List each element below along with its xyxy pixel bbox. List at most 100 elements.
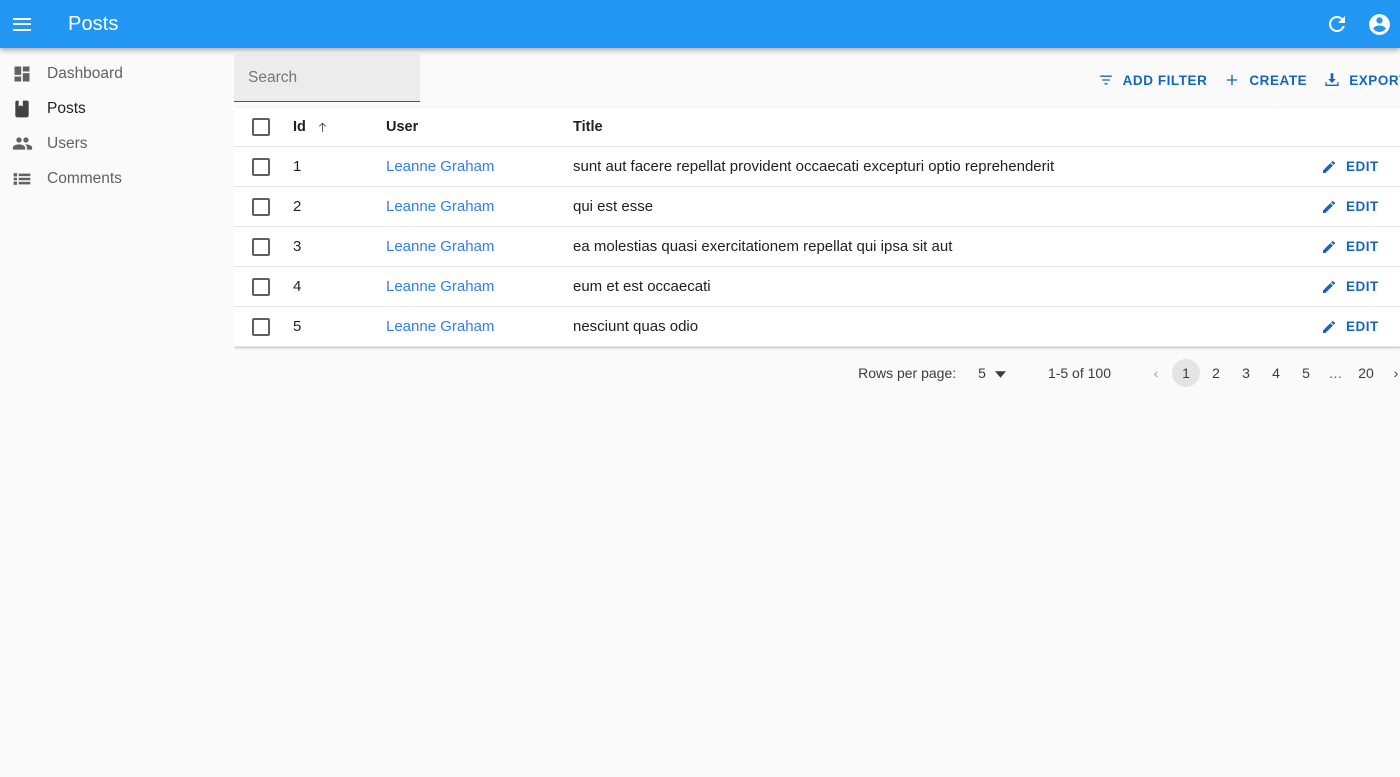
cell-id: 3	[290, 226, 384, 267]
column-header-title[interactable]: Title	[572, 108, 1264, 147]
table-row[interactable]: 1 Leanne Graham sunt aut facere repellat…	[234, 146, 1400, 187]
sidebar: Dashboard Posts Users Comments	[0, 48, 234, 777]
edit-button[interactable]: EDIT	[1320, 318, 1379, 335]
export-label: EXPORT	[1349, 72, 1400, 88]
pencil-icon	[1320, 158, 1337, 175]
cell-actions: EDIT	[1264, 226, 1400, 267]
column-header-user-label: User	[386, 119, 419, 135]
edit-button[interactable]: EDIT	[1320, 238, 1379, 255]
column-header-actions	[1264, 108, 1400, 147]
cell-title: ea molestias quasi exercitationem repell…	[572, 226, 1264, 267]
edit-button[interactable]: EDIT	[1320, 158, 1379, 175]
cell-id: 4	[290, 266, 384, 307]
user-link[interactable]: Leanne Graham	[386, 318, 494, 335]
user-link[interactable]: Leanne Graham	[386, 278, 494, 295]
column-header-user[interactable]: User	[384, 108, 572, 147]
menu-toggle-button[interactable]	[2, 4, 42, 44]
table-row[interactable]: 5 Leanne Graham nesciunt quas odio EDIT	[234, 306, 1400, 347]
pagination-page-5[interactable]: 5	[1292, 359, 1320, 387]
list-toolbar: ADD FILTER CREATE EXPORT	[234, 48, 1400, 108]
edit-button-label: EDIT	[1346, 279, 1379, 294]
create-label: CREATE	[1249, 72, 1308, 88]
cell-user: Leanne Graham	[384, 146, 572, 187]
sidebar-item-label: Users	[47, 134, 88, 152]
edit-button-label: EDIT	[1346, 199, 1379, 214]
row-checkbox[interactable]	[252, 237, 270, 256]
column-header-id-label: Id	[293, 119, 306, 135]
pagination-prev-button[interactable]: ‹	[1142, 359, 1170, 387]
sidebar-item-label: Comments	[47, 169, 122, 187]
table-header: Id User Title	[234, 108, 1400, 147]
add-filter-label: ADD FILTER	[1122, 72, 1208, 88]
toolbar-actions: ADD FILTER CREATE EXPORT	[1089, 67, 1400, 93]
search-input[interactable]	[246, 67, 408, 88]
row-select-cell	[234, 186, 290, 227]
pagination-page-2[interactable]: 2	[1202, 359, 1230, 387]
pagination-page-4[interactable]: 4	[1262, 359, 1290, 387]
cell-user: Leanne Graham	[384, 266, 572, 307]
sidebar-item-posts[interactable]: Posts	[0, 91, 234, 126]
table-header-row: Id User Title	[234, 108, 1400, 147]
cell-user: Leanne Graham	[384, 306, 572, 347]
pager: ‹ 1 2 3 4 5 … 20 ›	[1141, 359, 1400, 387]
row-select-cell	[234, 226, 290, 267]
cell-actions: EDIT	[1264, 306, 1400, 347]
pagination-page-20[interactable]: 20	[1352, 359, 1380, 387]
cell-user: Leanne Graham	[384, 226, 572, 267]
page-title: Posts	[68, 13, 119, 35]
select-all-checkbox[interactable]	[252, 118, 270, 136]
app-bar: Posts	[0, 0, 1400, 48]
pagination-ellipsis: …	[1328, 365, 1344, 381]
cell-title: qui est esse	[572, 186, 1264, 227]
main-content: ADD FILTER CREATE EXPORT	[234, 48, 1400, 777]
arrow-upward-icon	[315, 120, 330, 135]
user-link[interactable]: Leanne Graham	[386, 198, 494, 215]
search-field[interactable]	[234, 54, 420, 102]
user-link[interactable]: Leanne Graham	[386, 238, 494, 255]
table-row[interactable]: 4 Leanne Graham eum et est occaecati EDI…	[234, 266, 1400, 307]
sidebar-item-dashboard[interactable]: Dashboard	[0, 56, 234, 91]
cell-user: Leanne Graham	[384, 186, 572, 227]
cell-title: nesciunt quas odio	[572, 306, 1264, 347]
pencil-icon	[1320, 318, 1337, 335]
account-button[interactable]	[1358, 3, 1400, 45]
app-bar-actions	[1316, 3, 1400, 45]
pagination-page-3[interactable]: 3	[1232, 359, 1260, 387]
cell-actions: EDIT	[1264, 266, 1400, 307]
pagination-range-label: 1-5 of 100	[1047, 365, 1111, 381]
row-select-cell	[234, 306, 290, 347]
pencil-icon	[1320, 278, 1337, 295]
add-filter-button[interactable]: ADD FILTER	[1089, 67, 1216, 93]
dashboard-icon	[10, 62, 34, 86]
row-checkbox[interactable]	[252, 317, 270, 336]
user-link[interactable]: Leanne Graham	[386, 158, 494, 175]
row-checkbox[interactable]	[252, 197, 270, 216]
rows-per-page-value: 5	[978, 365, 986, 381]
posts-table: Id User Title 1 Leanne Graham sunt aut f…	[234, 108, 1400, 347]
edit-button[interactable]: EDIT	[1320, 198, 1379, 215]
column-header-id[interactable]: Id	[290, 108, 384, 147]
export-button[interactable]: EXPORT	[1315, 67, 1400, 93]
table-row[interactable]: 2 Leanne Graham qui est esse EDIT	[234, 186, 1400, 227]
edit-button-label: EDIT	[1346, 239, 1379, 254]
list-icon	[10, 167, 34, 191]
rows-per-page-select[interactable]: 5	[978, 365, 1006, 381]
table-row[interactable]: 3 Leanne Graham ea molestias quasi exerc…	[234, 226, 1400, 267]
row-checkbox[interactable]	[252, 157, 270, 176]
create-button[interactable]: CREATE	[1215, 67, 1315, 93]
sidebar-item-users[interactable]: Users	[0, 126, 234, 161]
sidebar-item-comments[interactable]: Comments	[0, 161, 234, 196]
pagination-page-1[interactable]: 1	[1172, 359, 1200, 387]
chevron-down-icon	[994, 365, 1006, 381]
pagination-next-button[interactable]: ›	[1382, 359, 1400, 387]
account-circle-icon	[1368, 13, 1390, 35]
cell-id: 5	[290, 306, 384, 347]
book-icon	[10, 97, 34, 121]
edit-button[interactable]: EDIT	[1320, 278, 1379, 295]
column-header-title-label: Title	[573, 119, 603, 135]
download-icon	[1323, 71, 1341, 89]
row-select-cell	[234, 146, 290, 187]
row-checkbox[interactable]	[252, 277, 270, 296]
refresh-button[interactable]	[1316, 3, 1358, 45]
people-icon	[10, 132, 34, 156]
